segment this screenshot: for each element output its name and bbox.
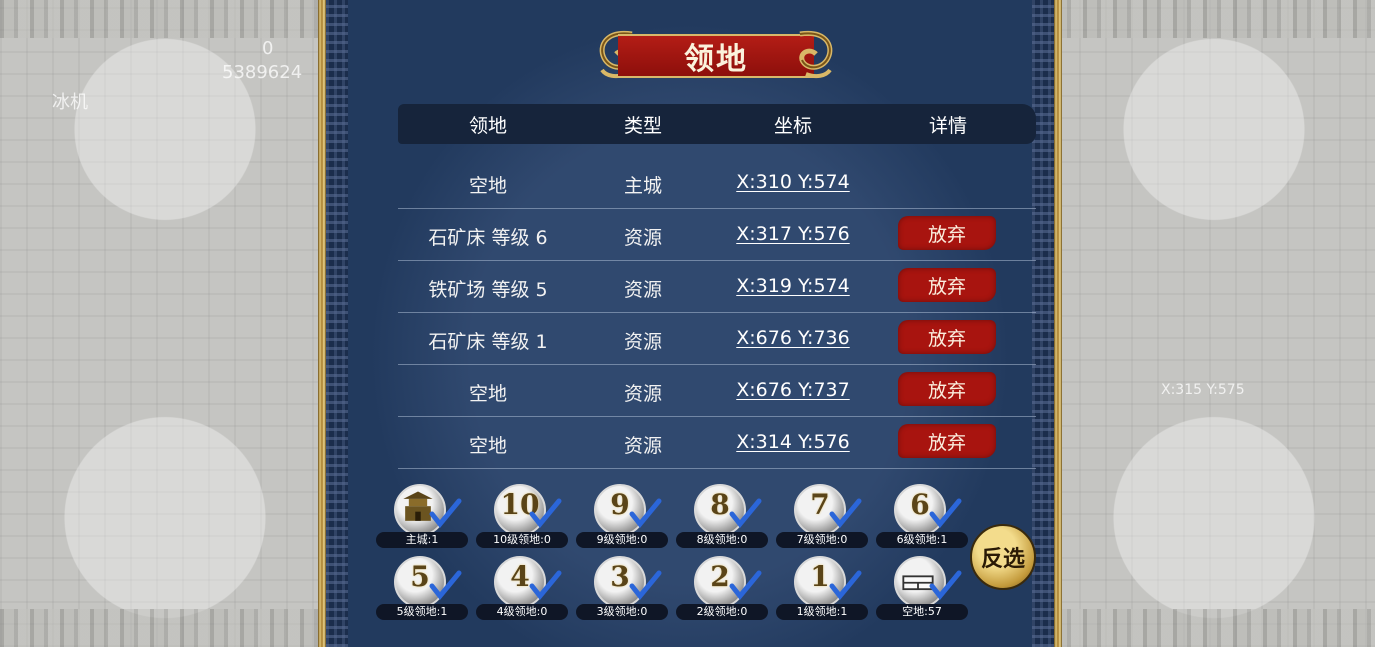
row-type: 资源 [623, 227, 662, 249]
checkmark-icon [929, 570, 962, 600]
filter-label: 5级领地:1 [376, 604, 468, 620]
checkmark-icon [529, 498, 562, 528]
title-banner: 领地 [596, 22, 836, 86]
filter-label: 10级领地:0 [476, 532, 568, 548]
background-border-bottom [1053, 609, 1375, 647]
row-type: 主城 [623, 175, 662, 197]
row-territory-name: 铁矿场 等级 5 [428, 279, 548, 301]
row-territory-name: 空地 [468, 435, 507, 457]
row-coordinate-cell: X:317 Y:576 [708, 223, 878, 245]
checkmark-icon [629, 498, 662, 528]
background-border-top [1053, 0, 1375, 38]
filter-toggle[interactable]: 10 10级领地:0 [476, 484, 568, 548]
filter-label: 6级领地:1 [876, 532, 968, 548]
filter-toggle[interactable]: 2 2级领地:0 [676, 556, 768, 620]
row-territory-name: 空地 [468, 383, 507, 405]
header-type: 类型 [623, 114, 662, 137]
filter-toggle[interactable]: 4 4级领地:0 [476, 556, 568, 620]
checkmark-icon [629, 570, 662, 600]
background-map-left: 0 5389624 冰机 [0, 0, 330, 647]
filter-label: 空地:57 [876, 604, 968, 620]
table-row: 铁矿场 等级 5 资源 X:319 Y:574 放弃 [398, 261, 1036, 313]
row-type: 资源 [623, 279, 662, 301]
row-type: 资源 [623, 435, 662, 457]
header-territory: 领地 [468, 114, 507, 137]
filter-toggle[interactable]: 6 6级领地:1 [876, 484, 968, 548]
filter-label: 1级领地:1 [776, 604, 868, 620]
row-territory-name: 石矿床 等级 6 [428, 227, 548, 249]
filter-label: 9级领地:0 [576, 532, 668, 548]
filter-label: 7级领地:0 [776, 532, 868, 548]
coordinate-link[interactable]: X:676 Y:736 [736, 327, 849, 349]
panel-gold-edge-left [318, 0, 326, 647]
row-coordinate-cell: X:314 Y:576 [708, 431, 878, 453]
checkmark-icon [729, 570, 762, 600]
checkmark-icon [829, 498, 862, 528]
table-row: 石矿床 等级 6 资源 X:317 Y:576 放弃 [398, 209, 1036, 261]
background-border-top [0, 0, 330, 38]
abandon-button[interactable]: 放弃 [898, 268, 996, 302]
invert-selection-button[interactable]: 反选 [970, 524, 1036, 590]
row-territory-name: 空地 [468, 175, 507, 197]
filter-toggle[interactable]: 8 8级领地:0 [676, 484, 768, 548]
checkmark-icon [429, 570, 462, 600]
checkmark-icon [729, 498, 762, 528]
coordinate-link[interactable]: X:319 Y:574 [736, 275, 849, 297]
checkmark-icon [929, 498, 962, 528]
background-coord-text: X:315 Y:575 [1161, 382, 1245, 398]
header-coordinates: 坐标 [773, 114, 812, 137]
filter-label: 4级领地:0 [476, 604, 568, 620]
panel-frame: 领地 领地 类型 坐标 详情 空地 主城 X:310 Y:574 石矿床 等级 … [326, 0, 1054, 647]
coordinate-link[interactable]: X:314 Y:576 [736, 431, 849, 453]
filter-toggle[interactable]: 1 1级领地:1 [776, 556, 868, 620]
filter-label: 3级领地:0 [576, 604, 668, 620]
table-header: 领地 类型 坐标 详情 [398, 104, 1036, 144]
coordinate-link[interactable]: X:310 Y:574 [736, 171, 849, 193]
row-territory-name: 石矿床 等级 1 [428, 331, 548, 353]
panel-gold-edge-right [1054, 0, 1062, 647]
table-row: 石矿床 等级 1 资源 X:676 Y:736 放弃 [398, 313, 1036, 365]
table-row: 空地 主城 X:310 Y:574 [398, 157, 1036, 209]
filter-label: 2级领地:0 [676, 604, 768, 620]
filter-label: 主城:1 [376, 532, 468, 548]
row-coordinate-cell: X:676 Y:736 [708, 327, 878, 349]
checkmark-icon [429, 498, 462, 528]
row-type: 资源 [623, 383, 662, 405]
background-text-top: 0 [262, 38, 274, 59]
filter-toggle[interactable]: 7 7级领地:0 [776, 484, 868, 548]
panel-pattern-left [326, 0, 348, 647]
background-map-right: X:315 Y:575 [1053, 0, 1375, 647]
filter-toggle[interactable]: 主城:1 [376, 484, 468, 548]
coordinate-link[interactable]: X:317 Y:576 [736, 223, 849, 245]
background-border-bottom [0, 609, 330, 647]
filter-toggle[interactable]: 9 9级领地:0 [576, 484, 668, 548]
filter-toggle[interactable]: 空地:57 [876, 556, 968, 620]
row-type: 资源 [623, 331, 662, 353]
table-row: 空地 资源 X:314 Y:576 放弃 [398, 417, 1036, 469]
checkmark-icon [829, 570, 862, 600]
coordinate-link[interactable]: X:676 Y:737 [736, 379, 849, 401]
checkmark-icon [529, 570, 562, 600]
territory-table: 空地 主城 X:310 Y:574 石矿床 等级 6 资源 X:317 Y:57… [398, 157, 1036, 469]
row-coordinate-cell: X:319 Y:574 [708, 275, 878, 297]
header-details: 详情 [928, 114, 967, 137]
page-title: 领地 [618, 34, 814, 78]
territory-panel: 领地 领地 类型 坐标 详情 空地 主城 X:310 Y:574 石矿床 等级 … [318, 0, 1062, 647]
panel-content: 领地 领地 类型 坐标 详情 空地 主城 X:310 Y:574 石矿床 等级 … [348, 0, 1036, 647]
table-row: 空地 资源 X:676 Y:737 放弃 [398, 365, 1036, 417]
abandon-button[interactable]: 放弃 [898, 372, 996, 406]
abandon-button[interactable]: 放弃 [898, 320, 996, 354]
abandon-button[interactable]: 放弃 [898, 424, 996, 458]
filter-label: 8级领地:0 [676, 532, 768, 548]
territory-filter-grid: 主城:1 10 10级领地:0 9 9级领地:0 8 8级领地:0 7 7级领地:0 6 6级领地:… [376, 484, 976, 634]
filter-toggle[interactable]: 3 3级领地:0 [576, 556, 668, 620]
abandon-button[interactable]: 放弃 [898, 216, 996, 250]
filter-toggle[interactable]: 5 5级领地:1 [376, 556, 468, 620]
background-player-number: 5389624 [222, 62, 303, 83]
row-coordinate-cell: X:676 Y:737 [708, 379, 878, 401]
row-coordinate-cell: X:310 Y:574 [708, 171, 878, 193]
scroll-ornament-right-icon [799, 30, 833, 79]
background-player-name: 冰机 [52, 92, 88, 113]
